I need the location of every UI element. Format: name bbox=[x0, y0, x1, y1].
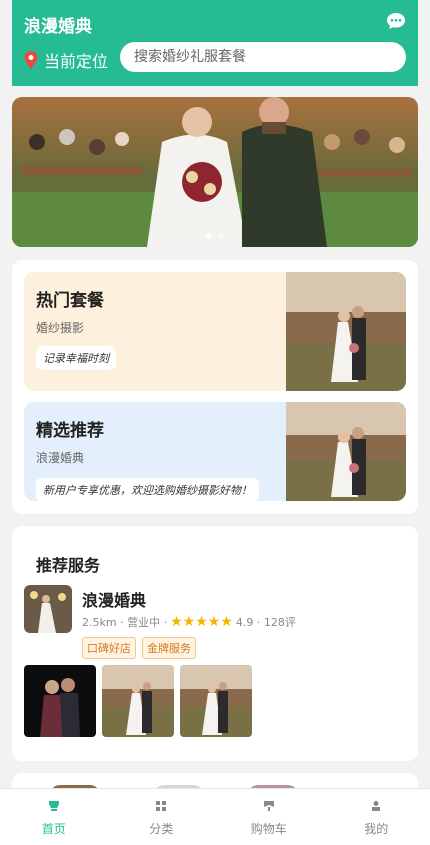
promo-title: 热门套餐 bbox=[36, 286, 116, 311]
search-box[interactable] bbox=[120, 42, 406, 72]
promo-subtitle: 婚纱摄影 bbox=[36, 319, 116, 336]
user-icon bbox=[371, 801, 381, 811]
banner-dot[interactable] bbox=[218, 233, 224, 239]
promo-card-hot[interactable]: 热门套餐 婚纱摄影 记录幸福时刻 bbox=[24, 272, 406, 391]
location-selector[interactable]: 当前定位 bbox=[24, 48, 108, 72]
shop-name[interactable]: 浪漫婚典 bbox=[82, 587, 146, 611]
shop-rating: 4.9 bbox=[236, 616, 254, 629]
tab-label: 购物车 bbox=[251, 820, 287, 837]
promo-card-featured[interactable]: 精选推荐 浪漫婚典 新用户专享优惠，欢迎选购婚纱摄影好物！ bbox=[24, 402, 406, 501]
tab-label: 首页 bbox=[42, 820, 66, 837]
promo-panel: 热门套餐 婚纱摄影 记录幸福时刻 精选推荐 浪漫婚典 新用户专享优惠，欢迎选购婚… bbox=[12, 260, 418, 514]
banner-pagination bbox=[12, 233, 418, 239]
cart-icon bbox=[264, 801, 274, 811]
wedding-banner-image bbox=[12, 97, 418, 247]
grid-icon bbox=[156, 801, 166, 811]
gallery-photo[interactable] bbox=[180, 665, 252, 737]
shop-badge: 金牌服务 bbox=[142, 637, 196, 659]
shop-distance: 2.5km bbox=[82, 616, 117, 629]
shop-meta: 2.5km · 营业中 · ★★★★★ 4.9 · 128评 bbox=[82, 614, 296, 630]
location-label: 当前定位 bbox=[44, 48, 108, 72]
chat-icon[interactable] bbox=[386, 12, 406, 30]
tab-cart[interactable]: 购物车 bbox=[215, 789, 323, 845]
promo-tag: 记录幸福时刻 bbox=[36, 346, 116, 370]
bottom-tab-bar: 首页 分类 购物车 我的 bbox=[0, 788, 430, 845]
location-pin-icon bbox=[24, 51, 38, 69]
tab-label: 分类 bbox=[149, 820, 173, 837]
section-title: 推荐服务 bbox=[36, 552, 100, 576]
search-input[interactable] bbox=[132, 48, 394, 66]
tab-home[interactable]: 首页 bbox=[0, 789, 108, 845]
shop-gallery bbox=[24, 665, 252, 737]
promo-title: 精选推荐 bbox=[36, 416, 259, 441]
recommend-panel: 推荐服务 浪漫婚典 2.5km · 营业中 · ★★★★★ 4.9 · 128评… bbox=[12, 526, 418, 761]
shop-review-count: 128评 bbox=[264, 614, 296, 630]
app-title: 浪漫婚典 bbox=[24, 12, 92, 37]
gallery-photo[interactable] bbox=[102, 665, 174, 737]
tab-category[interactable]: 分类 bbox=[108, 789, 216, 845]
hero-banner[interactable] bbox=[12, 97, 418, 247]
promo-tag: 新用户专享优惠，欢迎选购婚纱摄影好物！ bbox=[36, 478, 259, 501]
couple-photo bbox=[286, 272, 406, 391]
promo-subtitle: 浪漫婚典 bbox=[36, 449, 259, 466]
home-icon bbox=[49, 801, 59, 811]
shop-badge: 口碑好店 bbox=[82, 637, 136, 659]
couple-photo bbox=[286, 402, 406, 501]
tab-label: 我的 bbox=[364, 820, 388, 837]
shop-badges: 口碑好店 金牌服务 bbox=[82, 637, 196, 659]
shop-status: 营业中 bbox=[127, 614, 160, 630]
shop-thumbnail[interactable] bbox=[24, 585, 72, 633]
gallery-photo[interactable] bbox=[24, 665, 96, 737]
top-header: 浪漫婚典 当前定位 bbox=[12, 0, 418, 86]
tab-profile[interactable]: 我的 bbox=[323, 789, 430, 845]
rating-stars: ★★★★★ bbox=[170, 614, 233, 630]
banner-dot[interactable] bbox=[206, 233, 212, 239]
